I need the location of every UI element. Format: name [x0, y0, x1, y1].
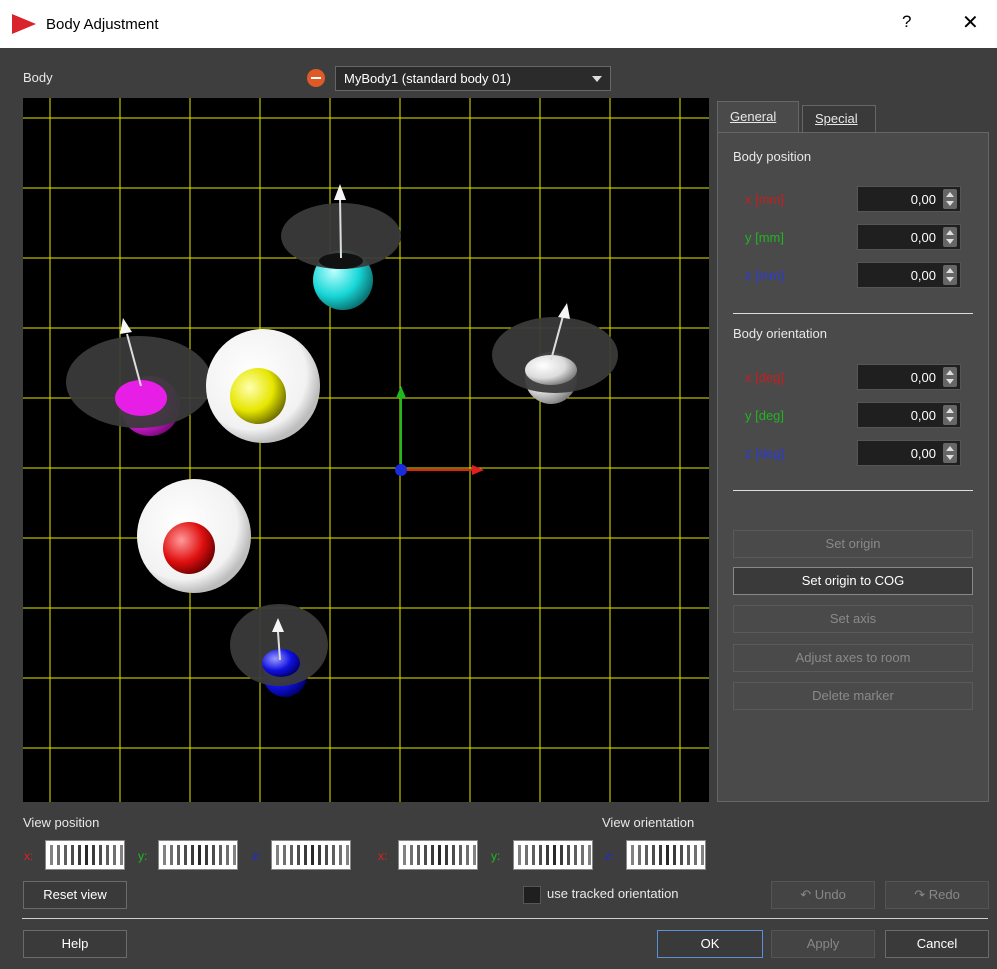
view-ori-z-label: z: — [605, 849, 615, 863]
adjust-axes-to-room-button[interactable]: Adjust axes to room — [733, 644, 973, 672]
pos-x-spinbox[interactable]: 0,00 — [857, 186, 961, 212]
ori-y-value: 0,00 — [910, 408, 936, 423]
spin-arrows-icon[interactable] — [943, 189, 957, 209]
use-tracked-orientation-label: use tracked orientation — [547, 886, 679, 901]
view-pos-x-dial[interactable] — [45, 840, 125, 870]
spin-arrows-icon[interactable] — [943, 227, 957, 247]
3d-viewport[interactable] — [23, 98, 709, 802]
redo-label: Redo — [928, 887, 960, 902]
spin-arrows-icon[interactable] — [943, 405, 957, 425]
view-orientation-label: View orientation — [602, 815, 695, 830]
dial-ticks-icon — [403, 845, 476, 865]
dial-ticks-icon — [163, 845, 236, 865]
pos-z-value: 0,00 — [910, 268, 936, 283]
body-orientation-heading: Body orientation — [733, 326, 827, 341]
body-dropdown[interactable]: MyBody1 (standard body 01) — [335, 66, 611, 91]
title-bar: Body Adjustment ? ✕ — [0, 0, 997, 48]
ori-x-spinbox[interactable]: 0,00 — [857, 364, 961, 390]
view-position-label: View position — [23, 815, 100, 830]
view-pos-z-dial[interactable] — [271, 840, 351, 870]
ori-x-value: 0,00 — [910, 370, 936, 385]
tab-general[interactable]: General — [717, 101, 799, 134]
pos-z-spinbox[interactable]: 0,00 — [857, 262, 961, 288]
yellow-marker — [206, 329, 320, 443]
spin-arrows-icon[interactable] — [943, 367, 957, 387]
view-ori-x-label: x: — [378, 849, 388, 863]
pos-y-value: 0,00 — [910, 230, 936, 245]
ok-button[interactable]: OK — [657, 930, 763, 958]
help-button[interactable]: Help — [23, 930, 127, 958]
use-tracked-orientation-checkbox[interactable] — [523, 886, 541, 904]
tab-special-label: Special — [815, 111, 858, 126]
ori-y-label: y [deg] — [745, 408, 785, 423]
pos-z-label: z [mm] — [745, 268, 784, 283]
set-axis-button[interactable]: Set axis — [733, 605, 973, 633]
pos-x-label: x [mm] — [745, 192, 784, 207]
undo-label: Undo — [814, 887, 846, 902]
tab-special[interactable]: Special — [802, 105, 876, 132]
pos-y-spinbox[interactable]: 0,00 — [857, 224, 961, 250]
view-ori-z-dial[interactable] — [626, 840, 706, 870]
view-ori-y-label: y: — [491, 849, 501, 863]
body-dropdown-value: MyBody1 (standard body 01) — [344, 71, 511, 86]
redo-icon: ↷ — [914, 887, 929, 902]
origin-axes — [395, 386, 484, 476]
view-ori-x-dial[interactable] — [398, 840, 478, 870]
ori-z-value: 0,00 — [910, 446, 936, 461]
undo-button[interactable]: ↶ Undo — [771, 881, 875, 909]
tab-general-label: General — [730, 109, 777, 124]
blue-marker — [230, 604, 328, 697]
footer-divider — [22, 918, 988, 919]
delete-marker-button[interactable]: Delete marker — [733, 682, 973, 710]
viewport-scene — [23, 98, 709, 802]
view-ori-y-dial[interactable] — [513, 840, 593, 870]
pos-y-label: y [mm] — [745, 230, 784, 245]
undo-icon: ↶ — [800, 887, 815, 902]
grid — [23, 98, 709, 802]
reset-view-button[interactable]: Reset view — [23, 881, 127, 909]
ori-z-label: z [deg] — [745, 446, 785, 461]
body-position-heading: Body position — [733, 149, 812, 164]
view-pos-y-label: y: — [138, 849, 148, 863]
divider — [733, 313, 973, 314]
chevron-down-icon — [592, 76, 602, 82]
divider — [733, 490, 973, 491]
spin-arrows-icon[interactable] — [943, 443, 957, 463]
view-pos-x-label: x: — [24, 849, 34, 863]
close-icon[interactable]: ✕ — [962, 10, 979, 35]
dial-ticks-icon — [50, 845, 123, 865]
set-origin-to-cog-button[interactable]: Set origin to COG — [733, 567, 973, 595]
red-marker — [137, 479, 251, 593]
apply-button[interactable]: Apply — [771, 930, 875, 958]
ori-y-spinbox[interactable]: 0,00 — [857, 402, 961, 428]
white-marker — [492, 303, 618, 404]
ori-x-label: x [deg] — [745, 370, 785, 385]
dial-ticks-icon — [276, 845, 349, 865]
set-origin-button[interactable]: Set origin — [733, 530, 973, 558]
cyan-marker — [281, 184, 401, 310]
dial-ticks-icon — [518, 845, 591, 865]
spin-arrows-icon[interactable] — [943, 265, 957, 285]
pos-x-value: 0,00 — [910, 192, 936, 207]
view-pos-z-label: z: — [252, 849, 262, 863]
ori-z-spinbox[interactable]: 0,00 — [857, 440, 961, 466]
cancel-button[interactable]: Cancel — [885, 930, 989, 958]
dial-ticks-icon — [631, 845, 704, 865]
view-pos-y-dial[interactable] — [158, 840, 238, 870]
redo-button[interactable]: ↷ Redo — [885, 881, 989, 909]
help-title-button[interactable]: ? — [902, 12, 911, 32]
remove-body-icon[interactable] — [307, 69, 325, 87]
body-label: Body — [23, 70, 53, 85]
app-logo-icon — [12, 14, 36, 34]
window-title: Body Adjustment — [46, 16, 159, 33]
